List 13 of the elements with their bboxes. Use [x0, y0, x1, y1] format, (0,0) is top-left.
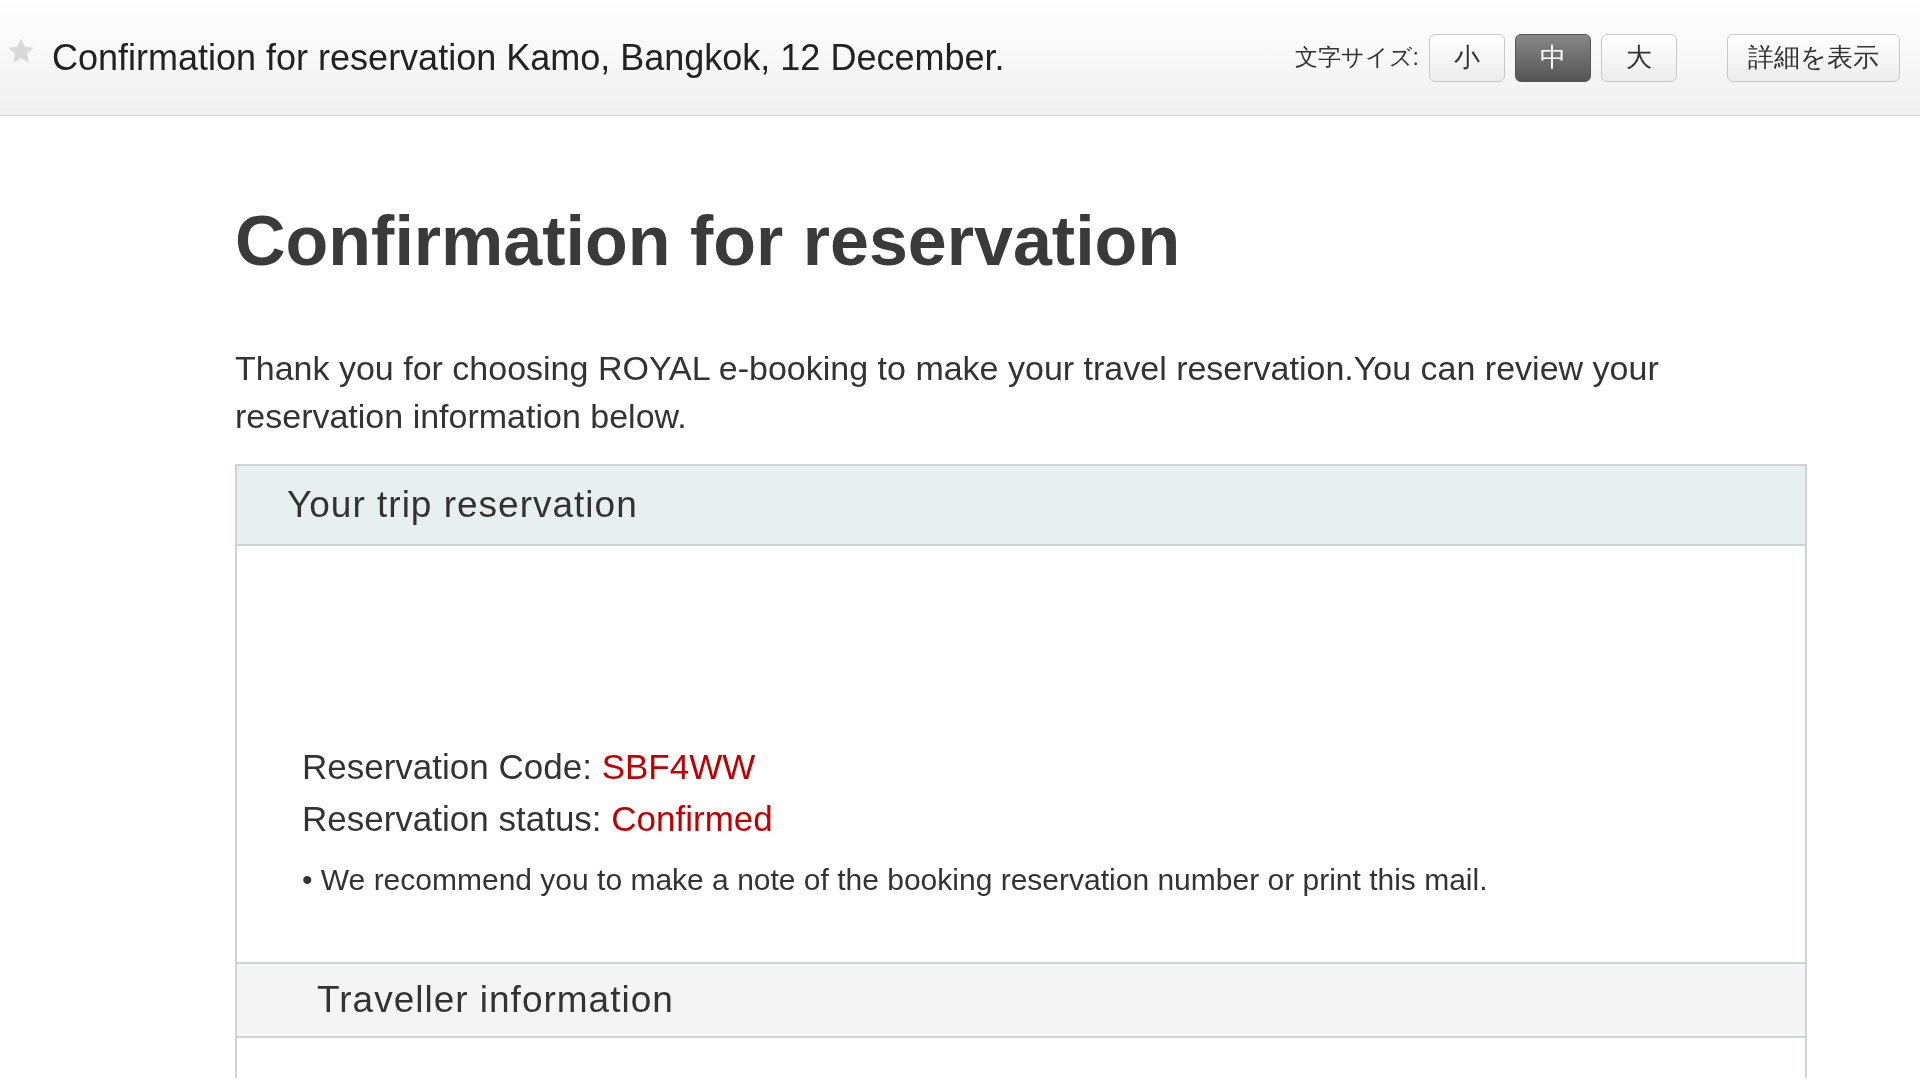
- reservation-field: Reservation Code: SBF4WW: [302, 741, 1805, 793]
- intro-paragraph: Thank you for choosing ROYAL e-booking to make your travel reservation.You can review your reservation information below.: [235, 348, 1660, 437]
- note-text: • We recommend you to make a note of the booking reservation number or print this mail.: [302, 862, 1489, 898]
- font-size-button[interactable]: 小: [1429, 33, 1505, 82]
- show-details-button[interactable]: 詳細を表示: [1727, 33, 1900, 82]
- font-size-button[interactable]: 大: [1601, 33, 1677, 82]
- section-title: Your trip reservation: [287, 483, 638, 528]
- email-subject: Confirmation for reservation Kamo, Bangkok, 12 December.: [52, 35, 1005, 80]
- reservation-field: Reservation status: Confirmed: [302, 793, 1805, 845]
- section-title: Traveller information: [317, 978, 674, 1023]
- font-size-button[interactable]: 中: [1515, 33, 1591, 82]
- page-heading: Confirmation for reservation: [235, 206, 1182, 276]
- font-size-label: 文字サイズ:: [1294, 43, 1419, 73]
